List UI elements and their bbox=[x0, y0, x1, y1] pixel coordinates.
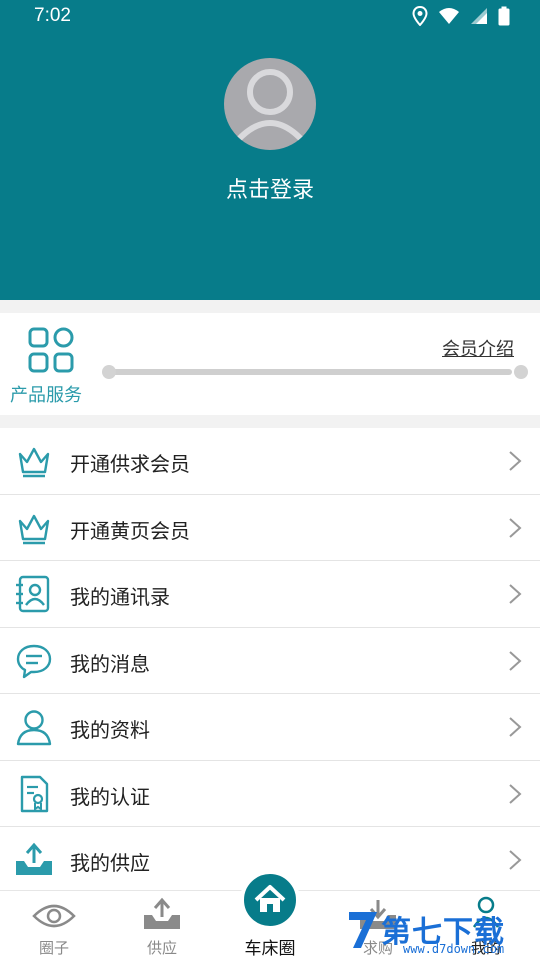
location-icon bbox=[412, 6, 428, 26]
chevron-right-icon bbox=[509, 517, 522, 538]
menu-label: 开通黄页会员 bbox=[70, 518, 190, 543]
home-icon bbox=[254, 885, 286, 912]
service-slider[interactable] bbox=[102, 364, 528, 380]
upload-tray-icon bbox=[16, 842, 52, 875]
eye-icon bbox=[32, 904, 76, 928]
signal-icon bbox=[471, 8, 487, 24]
chevron-right-icon bbox=[509, 850, 522, 870]
menu-label: 我的供应 bbox=[70, 851, 150, 875]
menu-item-yellowpage-member[interactable]: 开通黄页会员 bbox=[0, 494, 540, 561]
watermark-logo-icon bbox=[349, 912, 377, 948]
grid-apps-icon[interactable] bbox=[27, 326, 75, 378]
login-link[interactable]: 点击登录 bbox=[0, 172, 540, 204]
profile-header: 点击登录 bbox=[0, 0, 540, 300]
chevron-right-icon bbox=[509, 584, 522, 604]
default-avatar-icon bbox=[235, 69, 305, 143]
chevron-right-icon bbox=[509, 650, 522, 671]
user-profile-icon bbox=[16, 710, 52, 746]
certificate-document-icon bbox=[20, 775, 49, 812]
crown-icon bbox=[18, 447, 50, 478]
chat-bubble-icon bbox=[16, 644, 52, 678]
tab-label: 车床圈 bbox=[244, 939, 296, 959]
chevron-right-icon bbox=[509, 451, 522, 471]
slider-track bbox=[112, 369, 512, 375]
chevron-right-icon bbox=[509, 717, 522, 737]
watermark: 第七下载 www.d7down.com bbox=[345, 904, 535, 960]
battery-icon bbox=[498, 6, 510, 26]
crown-icon bbox=[18, 514, 50, 544]
contacts-book-icon bbox=[16, 575, 50, 613]
menu-item-contacts[interactable]: 我的通讯录 bbox=[0, 561, 540, 628]
member-intro-link[interactable]: 会员介绍 bbox=[442, 335, 514, 361]
menu-item-certification[interactable]: 我的认证 bbox=[0, 760, 540, 827]
menu-list: 开通供求会员 开通黄页会员 我的通讯录 我的消息 我的资料 我的认证 我的供应 bbox=[0, 428, 540, 894]
status-icons bbox=[412, 6, 510, 26]
tab-supply[interactable]: 供应 bbox=[108, 891, 216, 960]
tab-label: 圈子 bbox=[38, 939, 69, 957]
menu-label: 我的认证 bbox=[70, 784, 150, 809]
menu-item-profile[interactable]: 我的资料 bbox=[0, 694, 540, 761]
chevron-right-icon bbox=[509, 783, 522, 804]
status-time: 7:02 bbox=[34, 5, 71, 26]
slider-start-dot bbox=[102, 365, 116, 379]
menu-label: 我的消息 bbox=[70, 651, 150, 676]
avatar[interactable] bbox=[224, 58, 316, 150]
status-bar: 7:02 bbox=[0, 0, 540, 32]
wifi-icon bbox=[439, 8, 459, 24]
menu-label: 我的资料 bbox=[70, 718, 150, 742]
upload-tray-icon bbox=[144, 897, 180, 929]
tab-circle[interactable]: 圈子 bbox=[0, 891, 108, 960]
menu-item-messages[interactable]: 我的消息 bbox=[0, 627, 540, 694]
menu-label: 开通供求会员 bbox=[70, 452, 190, 476]
menu-label: 我的通讯录 bbox=[70, 585, 170, 609]
watermark-url: www.d7down.com bbox=[403, 942, 505, 956]
home-fab[interactable] bbox=[240, 870, 300, 930]
slider-end-dot bbox=[514, 365, 528, 379]
menu-item-supply-member[interactable]: 开通供求会员 bbox=[0, 428, 540, 495]
product-service-label[interactable]: 产品服务 bbox=[10, 381, 82, 407]
tab-label: 供应 bbox=[146, 939, 177, 957]
